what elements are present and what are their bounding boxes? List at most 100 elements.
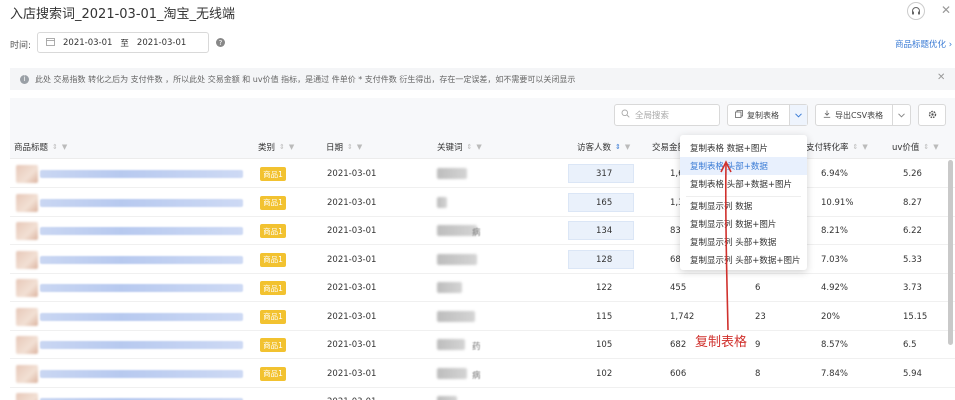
product-thumbnail (16, 336, 38, 354)
close-button[interactable]: ✕ (941, 3, 951, 17)
column-header-keyword[interactable]: 关键词 ⇕ ▼ (437, 141, 482, 153)
conversion-cell: 10.91% (821, 197, 854, 208)
keyword-blurred (437, 225, 477, 236)
product-title-blurred (40, 255, 243, 264)
calendar-icon (46, 37, 55, 49)
copy-icon (735, 110, 743, 120)
product-title-blurred (40, 369, 243, 378)
sort-icon: ⇕ (923, 143, 930, 151)
sort-icon: ⇕ (279, 143, 285, 151)
product-thumbnail (16, 193, 38, 212)
filter-icon: ▼ (476, 143, 482, 151)
amount-cell: 455 (670, 283, 687, 293)
category-tag: 商品1 (260, 195, 286, 210)
column-header-title[interactable]: 商品标题 ⇕ ▼ (14, 141, 67, 153)
uv-value-cell: 5.26 (903, 169, 922, 179)
product-title-blurred (40, 170, 243, 178)
dropdown-item-copy-data-image[interactable]: 复制表格 数据+图片 (680, 139, 807, 157)
product-thumbnail (16, 279, 38, 297)
product-title-blurred (40, 312, 243, 321)
column-header-conversion[interactable]: 支付转化率 ⇕ ▼ (806, 141, 868, 153)
visitors-cell: 105 (596, 340, 613, 350)
pieces-cell: 23 (755, 311, 766, 322)
export-csv-button[interactable]: 导出CSV表格 (815, 104, 911, 126)
sort-active-icon: ⇕ (615, 143, 621, 151)
table-toolbar (10, 98, 955, 135)
date-cell: 2021-03-01 (327, 226, 377, 236)
amount-cell: 682 (670, 340, 687, 350)
filter-icon: ▼ (61, 143, 68, 151)
search-placeholder: 全局搜索 (635, 111, 670, 121)
notice-bar: i 此处 交易指数 转化之后为 支付件数 ，所以此处 交易金额 和 uv价值 指… (10, 68, 955, 90)
date-cell: 2021-03-01 (327, 169, 377, 179)
category-tag: 商品1 (260, 252, 286, 267)
category-tag: 商品1 (260, 281, 286, 295)
download-icon (823, 110, 831, 120)
copy-table-label: 复制表格 (747, 110, 779, 120)
date-cell: 2021-03-01 (327, 197, 377, 208)
settings-button[interactable] (918, 104, 946, 126)
date-cell: 2021-03-01 (327, 311, 377, 322)
copy-dropdown-chevron-icon[interactable] (789, 105, 807, 125)
column-header-visitors[interactable]: 访客人数 ⇕ ▼ (577, 141, 630, 153)
visitors-cell: 317 (596, 169, 613, 179)
pieces-cell: 9 (755, 340, 761, 350)
conversion-cell: 8.57% (821, 340, 849, 350)
sort-icon: ⇕ (347, 143, 353, 151)
time-label: 时间: (10, 41, 32, 51)
end-date: 2021-03-01 (136, 37, 187, 48)
notice-close-button[interactable]: ✕ (937, 72, 945, 83)
keyword-fragment: 病 (472, 370, 481, 381)
keyword-blurred (437, 310, 475, 322)
filter-icon: ▼ (624, 143, 631, 151)
annotation-label: 复制表格 (695, 335, 748, 350)
visitors-cell: 102 (596, 368, 613, 379)
date-cell: 2021-03-01 (327, 283, 377, 293)
copy-table-button[interactable]: 复制表格 (727, 104, 808, 126)
product-thumbnail (16, 307, 38, 326)
keyword-blurred (437, 339, 465, 350)
product-thumbnail (16, 250, 38, 269)
search-icon (621, 109, 630, 121)
page-title: 入店搜索词_2021-03-01_淘宝_无线端 (10, 7, 236, 22)
visitors-cell: 128 (596, 254, 613, 265)
sort-icon: ⇕ (466, 143, 473, 151)
filter-icon: ▼ (933, 143, 939, 151)
filter-icon: ▼ (862, 143, 868, 151)
category-tag: 商品1 (260, 224, 286, 238)
headset-icon[interactable] (907, 2, 925, 20)
date-range-picker[interactable]: 2021-03-01 至 2021-03-01 (37, 32, 209, 53)
amount-cell: 606 (670, 368, 687, 379)
product-title-blurred (40, 227, 243, 235)
help-icon[interactable]: ? (216, 38, 225, 47)
export-dropdown-chevron-icon[interactable] (892, 105, 910, 125)
conversion-cell: 7.84% (821, 368, 849, 379)
conversion-cell: 7.03% (821, 254, 849, 265)
conversion-cell: 8.21% (821, 226, 849, 236)
amount-cell: 1,742 (670, 311, 695, 322)
column-header-category[interactable]: 类别 ⇕ ▼ (258, 141, 294, 153)
start-date: 2021-03-01 (63, 37, 113, 48)
title-optimize-link[interactable]: 商品标题优化 › (895, 38, 952, 50)
visitors-cell: 115 (596, 311, 613, 322)
uv-value-cell: 5.33 (903, 254, 922, 265)
keyword-blurred (437, 253, 477, 265)
visitors-cell: 122 (596, 283, 613, 293)
category-tag: 商品1 (260, 366, 286, 381)
visitors-cell: 134 (596, 226, 613, 236)
uv-value-cell: 6.22 (903, 226, 922, 236)
product-title-blurred (40, 198, 243, 207)
date-cell: 2021-03-01 (327, 254, 377, 265)
column-header-uv[interactable]: uv价值 ⇕ ▼ (892, 141, 939, 153)
filter-icon: ▼ (288, 143, 295, 151)
global-search-input[interactable]: 全局搜索 (614, 104, 720, 126)
table-scrollbar[interactable] (948, 160, 953, 345)
date-cell: 2021-03-01 (327, 368, 377, 379)
category-tag: 商品1 (260, 309, 286, 324)
column-header-date[interactable]: 日期 ⇕ ▼ (326, 141, 362, 153)
product-thumbnail (16, 165, 38, 183)
filter-icon: ▼ (356, 143, 363, 151)
keyword-blurred (437, 282, 462, 293)
pieces-cell: 8 (755, 368, 761, 379)
sort-icon: ⇕ (852, 143, 859, 151)
